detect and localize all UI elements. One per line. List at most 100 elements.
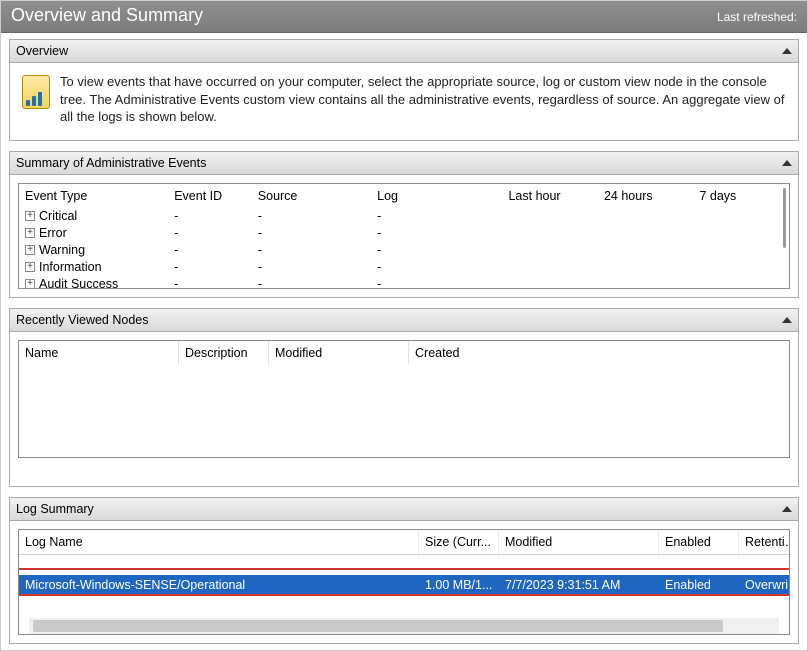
admin-events-header-label: Summary of Administrative Events <box>16 156 206 170</box>
cell-source: - <box>252 208 371 225</box>
cell-d7 <box>693 242 789 259</box>
horizontal-scrollbar[interactable] <box>29 618 779 634</box>
cell-source: - <box>252 276 371 289</box>
admin-events-header[interactable]: Summary of Administrative Events <box>10 152 798 175</box>
cell-last_hour <box>502 225 598 242</box>
col-size[interactable]: Size (Curr... <box>419 530 499 554</box>
cell-h24 <box>598 225 694 242</box>
cell-enabled <box>659 555 739 575</box>
cell-log_name: Microsoft-Windows-SENSE/Operational <box>19 575 419 595</box>
log-summary-grid[interactable]: Log Name Size (Curr... Modified Enabled … <box>18 529 790 635</box>
cell-event_id: - <box>168 208 252 225</box>
col-name[interactable]: Name <box>19 341 179 365</box>
col-description[interactable]: Description <box>179 341 269 365</box>
cell-size <box>419 555 499 575</box>
cell-d7 <box>693 276 789 289</box>
col-enabled[interactable]: Enabled <box>659 530 739 554</box>
admin-events-grid[interactable]: Event Type Event ID Source Log Last hour… <box>18 183 790 289</box>
col-event-id[interactable]: Event ID <box>168 184 252 208</box>
expand-icon[interactable]: + <box>25 262 35 272</box>
cell-retention: Overwrite e <box>739 575 790 595</box>
scrollbar-thumb[interactable] <box>33 620 723 632</box>
last-refreshed-label: Last refreshed: <box>717 10 797 24</box>
col-source[interactable]: Source <box>252 184 371 208</box>
log-row[interactable] <box>19 555 789 575</box>
cell-source: - <box>252 259 371 276</box>
recent-nodes-columns[interactable]: Name Description Modified Created <box>19 341 789 365</box>
overview-header[interactable]: Overview <box>10 40 798 63</box>
cell-modified <box>499 555 659 575</box>
cell-log: - <box>371 259 502 276</box>
col-event-type[interactable]: Event Type <box>19 184 168 208</box>
log-summary-header[interactable]: Log Summary <box>10 498 798 521</box>
col-log[interactable]: Log <box>371 184 502 208</box>
cell-d7 <box>693 208 789 225</box>
log-row[interactable]: Microsoft-Windows-SENSE/Operational1.00 … <box>19 575 789 595</box>
collapse-icon[interactable] <box>782 506 792 512</box>
content-area: Overview To view events that have occurr… <box>1 33 807 650</box>
event-type-label: Warning <box>39 243 85 257</box>
overview-header-label: Overview <box>16 44 68 58</box>
cell-log: - <box>371 242 502 259</box>
log-summary-columns[interactable]: Log Name Size (Curr... Modified Enabled … <box>19 530 789 555</box>
recent-nodes-header[interactable]: Recently Viewed Nodes <box>10 309 798 332</box>
log-row[interactable] <box>19 595 789 615</box>
expand-icon[interactable]: + <box>25 211 35 221</box>
col-last-hour[interactable]: Last hour <box>502 184 598 208</box>
page-title: Overview and Summary <box>11 5 203 26</box>
event-type-label: Information <box>39 260 102 274</box>
recent-nodes-panel: Recently Viewed Nodes Name Description M… <box>9 308 799 487</box>
event-type-label: Error <box>39 226 67 240</box>
recent-nodes-grid[interactable]: Name Description Modified Created <box>18 340 790 458</box>
admin-events-row[interactable]: +Information--- <box>19 259 789 276</box>
overview-icon <box>22 75 50 109</box>
overview-panel: Overview To view events that have occurr… <box>9 39 799 141</box>
col-retention[interactable]: Retention P <box>739 530 790 554</box>
col-log-name[interactable]: Log Name <box>19 530 419 554</box>
cell-event_id: - <box>168 276 252 289</box>
overview-text: To view events that have occurred on you… <box>60 73 786 126</box>
cell-h24 <box>598 259 694 276</box>
cell-event_id: - <box>168 225 252 242</box>
cell-d7 <box>693 225 789 242</box>
cell-source: - <box>252 242 371 259</box>
cell-log: - <box>371 208 502 225</box>
admin-events-row[interactable]: +Critical--- <box>19 208 789 225</box>
cell-size: 1.00 MB/1... <box>419 575 499 595</box>
col-24-hours[interactable]: 24 hours <box>598 184 694 208</box>
expand-icon[interactable]: + <box>25 228 35 238</box>
cell-log: - <box>371 225 502 242</box>
admin-events-row[interactable]: +Error--- <box>19 225 789 242</box>
cell-log: - <box>371 276 502 289</box>
cell-event_id: - <box>168 259 252 276</box>
scrollbar-thumb[interactable] <box>783 188 786 248</box>
cell-last_hour <box>502 259 598 276</box>
cell-modified <box>499 595 659 615</box>
col-7-days[interactable]: 7 days <box>693 184 789 208</box>
cell-retention <box>739 555 790 575</box>
log-summary-panel: Log Summary Log Name Size (Curr... Modif… <box>9 497 799 644</box>
recent-nodes-header-label: Recently Viewed Nodes <box>16 313 148 327</box>
cell-h24 <box>598 276 694 289</box>
col-modified[interactable]: Modified <box>269 341 409 365</box>
cell-last_hour <box>502 276 598 289</box>
cell-last_hour <box>502 242 598 259</box>
collapse-icon[interactable] <box>782 48 792 54</box>
event-type-label: Audit Success <box>39 277 118 289</box>
cell-size <box>419 595 499 615</box>
admin-events-row[interactable]: +Warning--- <box>19 242 789 259</box>
cell-retention <box>739 595 790 615</box>
cell-event_id: - <box>168 242 252 259</box>
expand-icon[interactable]: + <box>25 245 35 255</box>
admin-events-row[interactable]: +Audit Success--- <box>19 276 789 289</box>
col-created[interactable]: Created <box>409 341 789 365</box>
event-type-label: Critical <box>39 209 77 223</box>
collapse-icon[interactable] <box>782 160 792 166</box>
titlebar: Overview and Summary Last refreshed: <box>1 1 807 33</box>
cell-source: - <box>252 225 371 242</box>
expand-icon[interactable]: + <box>25 279 35 289</box>
collapse-icon[interactable] <box>782 317 792 323</box>
cell-log_name <box>19 595 419 615</box>
col-modified[interactable]: Modified <box>499 530 659 554</box>
admin-events-columns[interactable]: Event Type Event ID Source Log Last hour… <box>19 184 789 208</box>
